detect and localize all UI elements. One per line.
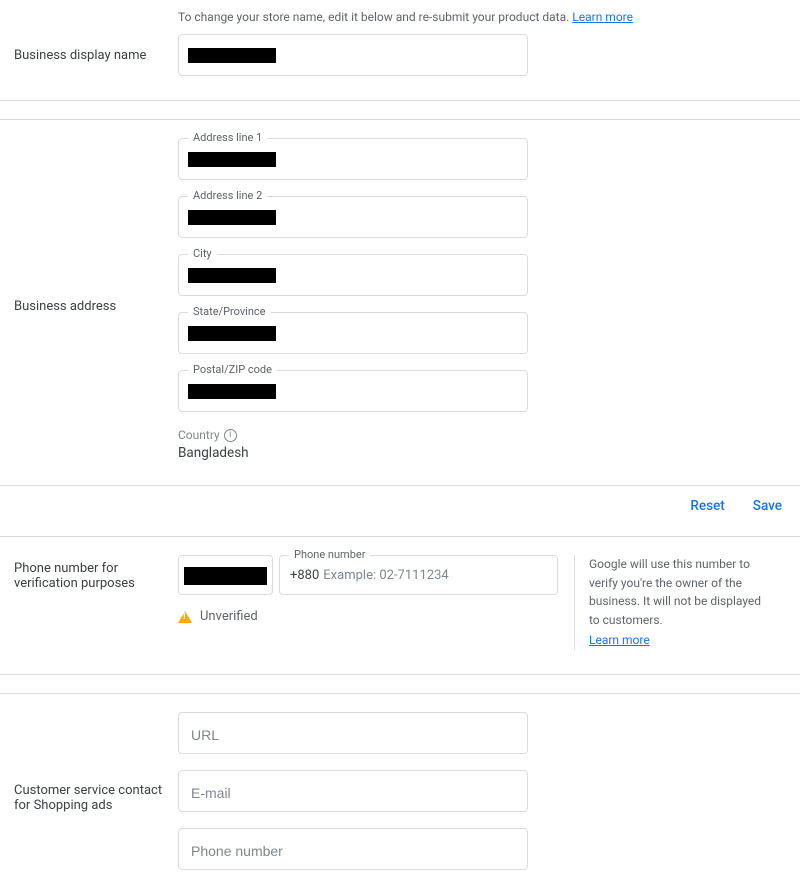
postal-label: Postal/ZIP code <box>188 363 277 376</box>
learn-more-link[interactable]: Learn more <box>589 631 650 650</box>
actions-row: Reset Save <box>0 486 800 518</box>
country-label-row: Country i <box>178 428 528 442</box>
phone-side-note: Google will use this number to verify yo… <box>574 555 762 650</box>
redacted-content <box>184 567 267 585</box>
helper-text: To change your store name, edit it below… <box>178 10 569 24</box>
status-text: Unverified <box>200 609 258 624</box>
address-line1-label: Address line 1 <box>188 131 267 144</box>
display-name-label: Business display name <box>0 48 178 63</box>
learn-more-link[interactable]: Learn more <box>572 10 633 24</box>
phone-prefix: +880 <box>290 568 319 583</box>
country-label: Country <box>178 428 220 442</box>
customer-service-label: Customer service contact for Shopping ad… <box>0 769 178 813</box>
country-value: Bangladesh <box>178 445 528 461</box>
section-business-display-name: To change your store name, edit it below… <box>0 0 800 101</box>
verification-status: Unverified <box>178 609 558 624</box>
section-phone-verification: Phone number for verification purposes P… <box>0 536 800 675</box>
save-button[interactable]: Save <box>753 498 782 514</box>
note-text: Google will use this number to verify yo… <box>589 557 761 627</box>
cs-phone-input[interactable] <box>178 828 528 870</box>
phone-number-field[interactable]: +880 Example: 02-7111234 <box>279 555 558 595</box>
cs-email-input[interactable] <box>178 770 528 812</box>
state-label: State/Province <box>188 305 271 318</box>
section-business-address: Business address Address line 1 Address … <box>0 119 800 486</box>
phone-label: Phone number for verification purposes <box>0 555 178 591</box>
redacted-content <box>188 48 276 63</box>
display-name-helper: To change your store name, edit it below… <box>178 10 800 24</box>
redacted-content <box>188 152 276 167</box>
phone-number-label: Phone number <box>289 548 370 561</box>
city-label: City <box>188 247 217 260</box>
redacted-content <box>188 326 276 341</box>
redacted-content <box>188 384 276 399</box>
info-icon[interactable]: i <box>224 429 237 442</box>
redacted-content <box>188 210 276 225</box>
address-line2-label: Address line 2 <box>188 189 267 202</box>
address-label: Business address <box>0 285 178 314</box>
section-customer-service: Customer service contact for Shopping ad… <box>0 693 800 894</box>
reset-button[interactable]: Reset <box>690 498 724 514</box>
cs-url-input[interactable] <box>178 712 528 754</box>
phone-placeholder: Example: 02-7111234 <box>323 568 448 583</box>
warning-icon <box>178 611 192 623</box>
redacted-content <box>188 268 276 283</box>
